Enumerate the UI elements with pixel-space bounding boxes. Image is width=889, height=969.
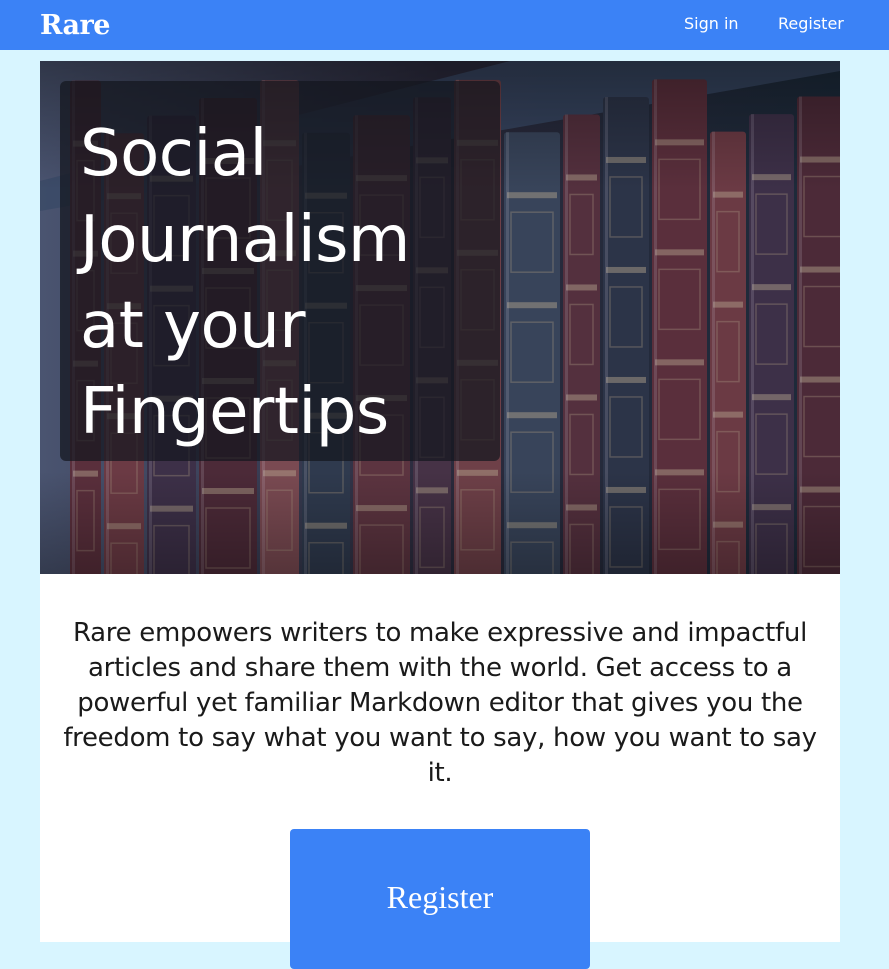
- brand-logo[interactable]: Rare: [40, 8, 110, 44]
- hero-title: Social Journalism at your Fingertips: [80, 117, 410, 449]
- hero-headline-card: Social Journalism at your Fingertips: [60, 81, 500, 461]
- top-navbar: Rare Sign in Register: [0, 0, 889, 50]
- main-content: Social Journalism at your Fingertips Rar…: [40, 61, 840, 969]
- nav-register-link[interactable]: Register: [778, 14, 844, 34]
- register-button[interactable]: Register: [290, 829, 590, 969]
- nav-sign-in-link[interactable]: Sign in: [684, 14, 739, 34]
- hero-banner: Social Journalism at your Fingertips: [40, 61, 840, 574]
- tagline-text: Rare empowers writers to make expressive…: [63, 618, 817, 788]
